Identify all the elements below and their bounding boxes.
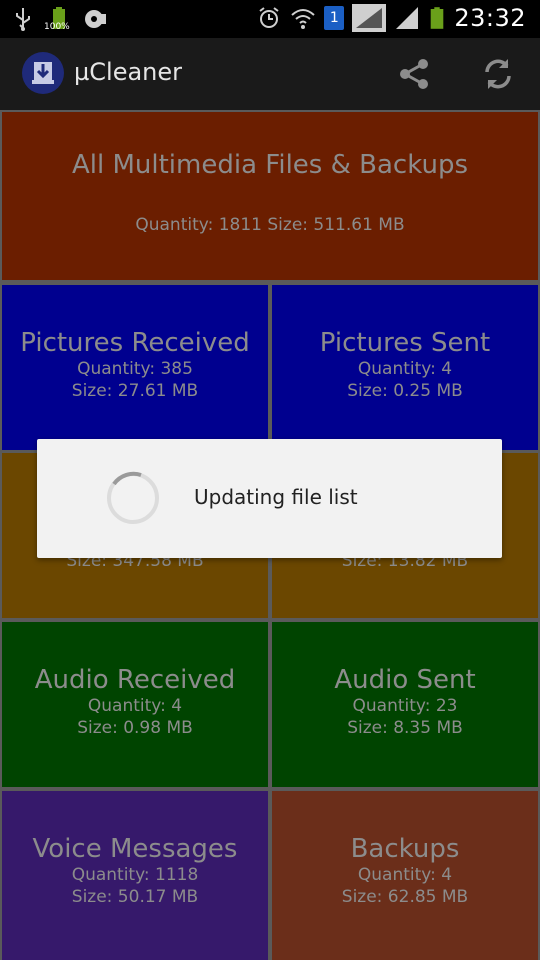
tile-title: Audio Sent (334, 665, 476, 695)
share-icon[interactable] (396, 56, 432, 92)
sim-1-icon: 1 (324, 6, 345, 30)
tile-quantity: Quantity: 385 (77, 359, 193, 379)
tile-size: Size: 0.25 MB (347, 381, 463, 401)
refresh-icon[interactable] (480, 56, 516, 92)
app-title: µCleaner (74, 58, 183, 86)
signal-icon (352, 4, 387, 32)
wifi-icon (291, 9, 316, 29)
tile-title: Voice Messages (32, 834, 238, 864)
tile-title: All Multimedia Files & Backups (71, 150, 468, 180)
tile-pictures-sent[interactable]: Pictures Sent Quantity: 4 Size: 0.25 MB (272, 285, 538, 450)
alarm-icon (259, 7, 279, 28)
tile-quantity: Quantity: 1118 (71, 865, 199, 885)
battery-icon (431, 7, 444, 29)
tile-title: Audio Received (34, 665, 236, 695)
tile-title: Pictures Received (20, 328, 250, 358)
media-icon (85, 10, 106, 28)
tile-audio-received[interactable]: Audio Received Quantity: 4 Size: 0.98 MB (2, 622, 268, 787)
app-logo-icon (22, 52, 64, 94)
tile-quantity: Quantity: 4 (357, 865, 453, 885)
tile-audio-sent[interactable]: Audio Sent Quantity: 23 Size: 8.35 MB (272, 622, 538, 787)
status-bar: 100% 1 23:32 (0, 0, 540, 38)
tile-quantity: Quantity: 4 (87, 696, 183, 716)
dialog-message: Updating file list (194, 485, 358, 509)
tile-quantity: Quantity: 23 (352, 696, 458, 716)
tile-backups[interactable]: Backups Quantity: 4 Size: 62.85 MB (272, 791, 538, 960)
battery-full-icon: 100% (44, 6, 72, 32)
tile-size: Size: 62.85 MB (341, 887, 469, 907)
tile-all-multimedia[interactable]: All Multimedia Files & Backups Quantity:… (2, 112, 538, 280)
tile-title: Backups (350, 834, 460, 864)
action-bar: µCleaner (0, 38, 540, 110)
progress-dialog: Updating file list (37, 439, 502, 558)
tile-title: Pictures Sent (319, 328, 491, 358)
clock-time: 23:32 (454, 4, 526, 32)
sim-badge-label: 1 (329, 10, 339, 26)
tile-voice-messages[interactable]: Voice Messages Quantity: 1118 Size: 50.1… (2, 791, 268, 960)
tile-size: Size: 50.17 MB (71, 887, 199, 907)
tile-size: Size: 8.35 MB (347, 718, 463, 738)
tile-size: Size: 0.98 MB (77, 718, 193, 738)
usb-icon (16, 8, 30, 31)
app-root: 100% 1 23:32 µCleaner All Multimedia Fil… (0, 0, 540, 960)
battery-percent-label: 100% (44, 22, 70, 32)
tile-summary: Quantity: 1811 Size: 511.61 MB (135, 215, 405, 235)
signal-2-icon (396, 7, 419, 29)
tile-quantity: Quantity: 4 (357, 359, 453, 379)
loading-spinner-icon (107, 471, 159, 524)
tile-pictures-received[interactable]: Pictures Received Quantity: 385 Size: 27… (2, 285, 268, 450)
tile-size: Size: 27.61 MB (71, 381, 199, 401)
